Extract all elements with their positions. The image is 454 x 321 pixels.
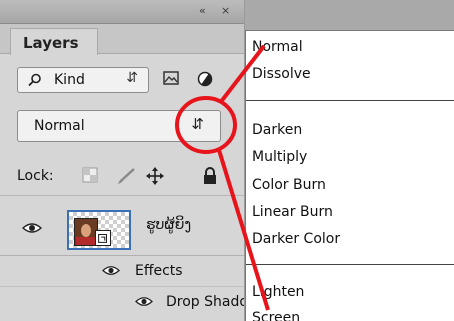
pointer-line bbox=[217, 149, 270, 311]
pointer-line bbox=[218, 44, 266, 105]
annotation-overlay bbox=[175, 44, 270, 311]
highlight-circle bbox=[175, 96, 237, 154]
